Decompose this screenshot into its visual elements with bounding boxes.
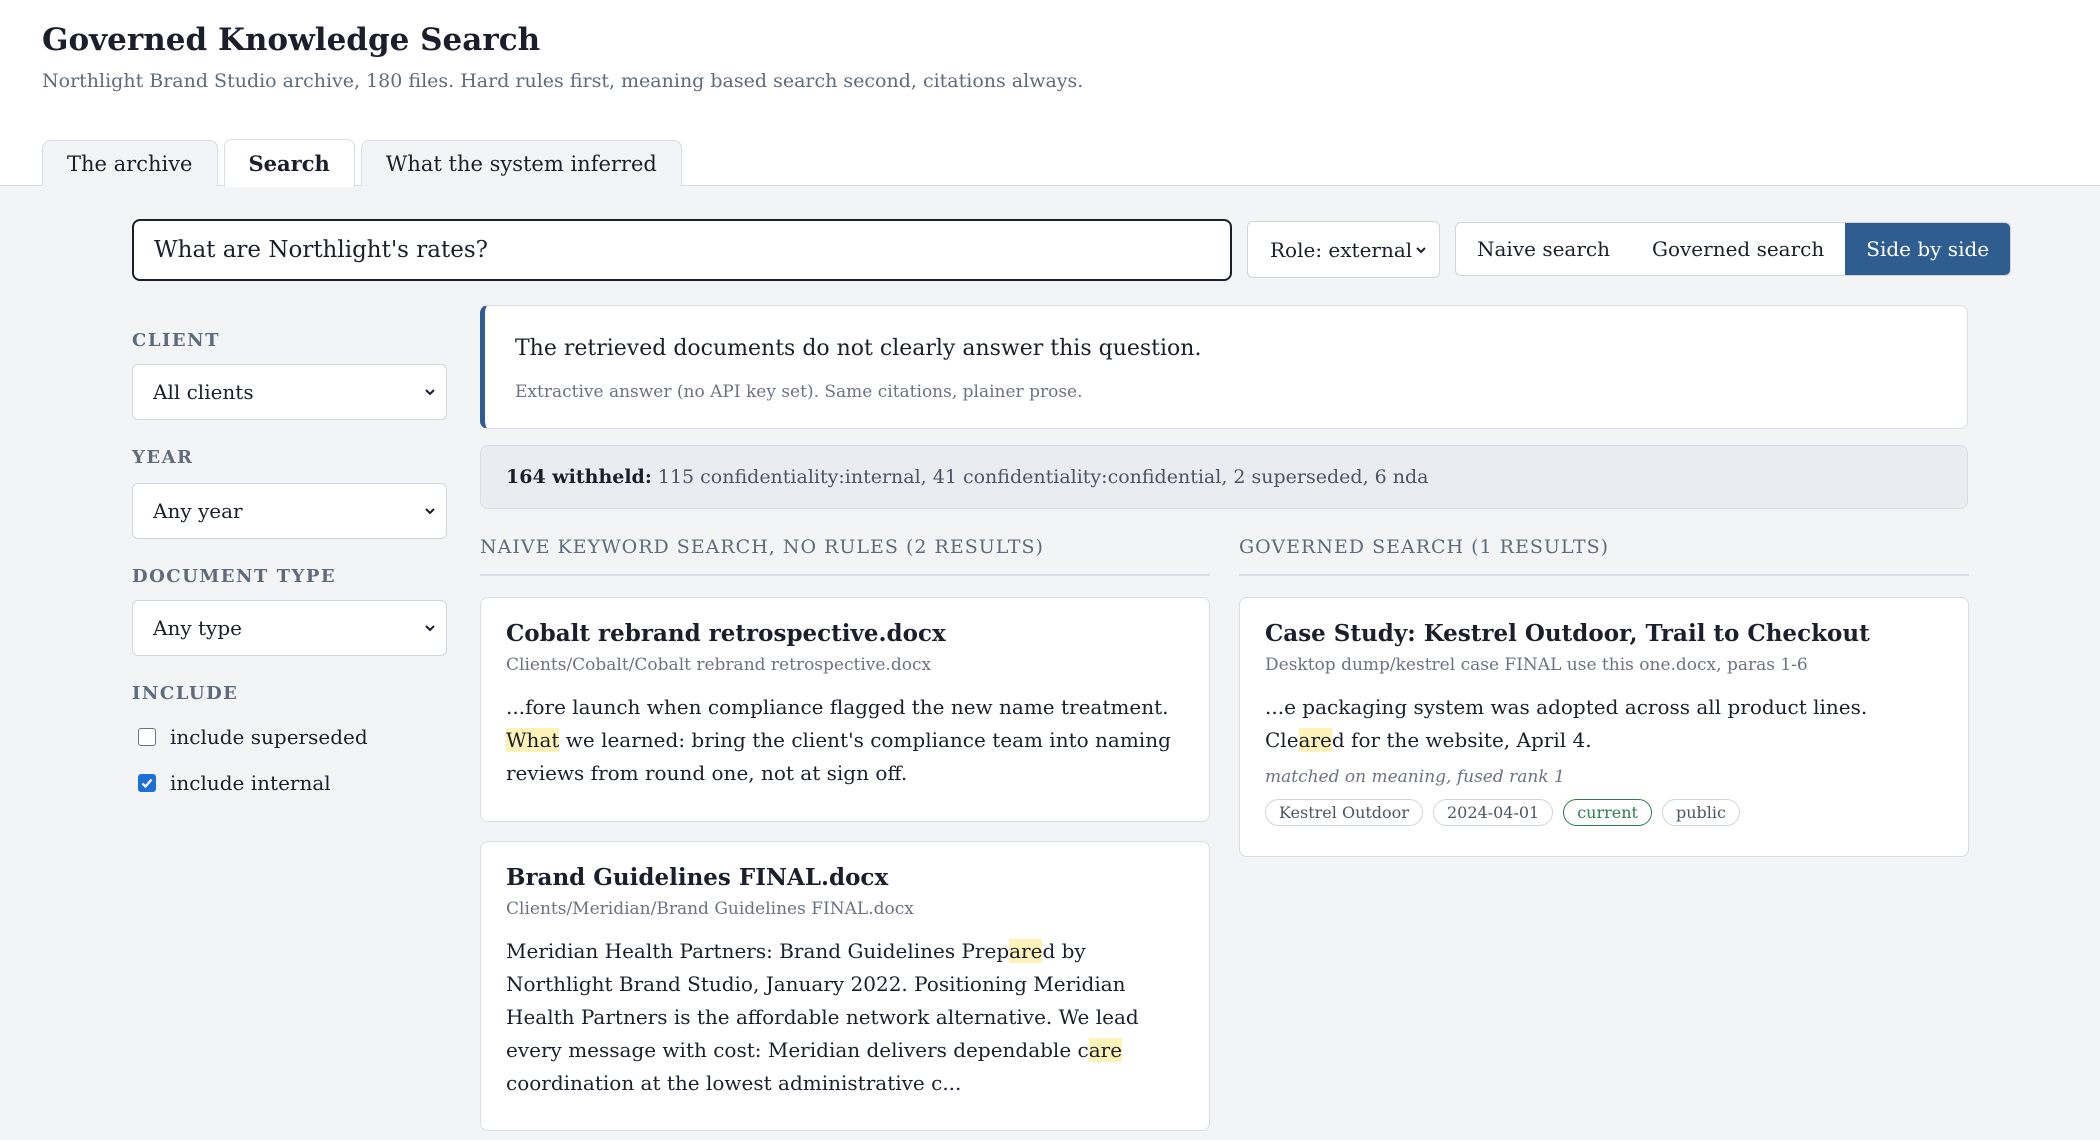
result-snippet: ...fore launch when compliance flagged t…	[506, 695, 1171, 785]
year-filter-label: YEAR	[132, 447, 194, 468]
checkmark-icon	[141, 778, 153, 789]
search-input[interactable]	[132, 219, 1232, 281]
keyword-highlight: are	[1009, 939, 1043, 963]
governed-results-heading: GOVERNED SEARCH (1 RESULTS)	[1239, 536, 1969, 576]
result-snippet: ...e packaging system was adopted across…	[1265, 695, 1868, 752]
year-select-value: Any year	[153, 499, 243, 523]
role-select-value: Role: external	[1270, 237, 1413, 262]
client-select-value: All clients	[153, 380, 254, 404]
result-card[interactable]: Cobalt rebrand retrospective.docx Client…	[480, 597, 1210, 822]
result-path: Clients/Meridian/Brand Guidelines FINAL.…	[506, 899, 914, 919]
naive-results-heading: NAIVE KEYWORD SEARCH, NO RULES (2 RESULT…	[480, 536, 1210, 576]
result-title[interactable]: Case Study: Kestrel Outdoor, Trail to Ch…	[1265, 620, 1943, 647]
answer-text: The retrieved documents do not clearly a…	[515, 336, 1202, 361]
governed-search-button[interactable]: Governed search	[1631, 223, 1845, 275]
tab-search[interactable]: Search	[223, 139, 355, 187]
doc-type-filter-label: DOCUMENT TYPE	[132, 566, 337, 587]
tab-archive[interactable]: The archive	[42, 140, 218, 186]
date-tag: 2024-04-01	[1432, 799, 1554, 826]
match-info: matched on meaning, fused rank 1	[1265, 767, 1565, 787]
keyword-highlight: are	[1298, 728, 1332, 752]
include-internal-label: include internal	[170, 771, 331, 795]
client-tag: Kestrel Outdoor	[1265, 799, 1423, 826]
result-path: Clients/Cobalt/Cobalt rebrand retrospect…	[506, 655, 932, 675]
result-snippet: Meridian Health Partners: Brand Guidelin…	[506, 939, 1139, 1095]
naive-search-button[interactable]: Naive search	[1456, 223, 1631, 275]
chevron-down-icon	[425, 625, 435, 632]
app-header: Governed Knowledge Search Northlight Bra…	[0, 0, 2100, 187]
year-select[interactable]: Any year	[132, 483, 447, 539]
result-card[interactable]: Case Study: Kestrel Outdoor, Trail to Ch…	[1239, 597, 1969, 857]
include-internal-option[interactable]: include internal	[138, 771, 331, 795]
result-card[interactable]: Brand Guidelines FINAL.docx Clients/Meri…	[480, 841, 1210, 1131]
visibility-tag: public	[1661, 799, 1740, 826]
chevron-down-icon	[425, 389, 435, 396]
result-title[interactable]: Brand Guidelines FINAL.docx	[506, 864, 1184, 891]
keyword-highlight: What	[506, 728, 560, 752]
chevron-down-icon	[425, 508, 435, 515]
side-by-side-button[interactable]: Side by side	[1845, 223, 2011, 275]
role-select[interactable]: Role: external	[1247, 221, 1440, 278]
include-internal-checkbox[interactable]	[138, 774, 156, 792]
answer-note: Extractive answer (no API key set). Same…	[515, 382, 1083, 402]
include-superseded-label: include superseded	[170, 725, 368, 749]
withheld-summary: 164 withheld: 115 confidentiality:intern…	[480, 445, 1968, 509]
status-badge: current	[1563, 799, 1652, 826]
include-superseded-option[interactable]: include superseded	[138, 725, 368, 749]
tab-bar: The archive Search What the system infer…	[42, 118, 682, 187]
tab-inferred[interactable]: What the system inferred	[360, 140, 682, 186]
include-filter-label: INCLUDE	[132, 683, 239, 704]
include-superseded-checkbox[interactable]	[138, 728, 156, 746]
doc-type-select[interactable]: Any type	[132, 600, 447, 656]
client-filter-label: CLIENT	[132, 330, 220, 351]
chevron-down-icon	[1416, 246, 1426, 253]
withheld-count: 164 withheld:	[506, 466, 652, 488]
client-select[interactable]: All clients	[132, 364, 447, 420]
withheld-detail: 115 confidentiality:internal, 41 confide…	[657, 466, 1429, 488]
answer-box: The retrieved documents do not clearly a…	[480, 305, 1968, 429]
tag-list: Kestrel Outdoor 2024-04-01 current publi…	[1265, 799, 1943, 826]
result-path: Desktop dump/kestrel case FINAL use this…	[1265, 655, 1808, 675]
result-title[interactable]: Cobalt rebrand retrospective.docx	[506, 620, 1184, 647]
keyword-highlight: are	[1088, 1038, 1123, 1062]
app-subtitle: Northlight Brand Studio archive, 180 fil…	[42, 70, 1084, 92]
search-mode-toggle: Naive search Governed search Side by sid…	[1455, 222, 2012, 276]
app-title: Governed Knowledge Search	[42, 22, 541, 58]
doc-type-select-value: Any type	[153, 616, 242, 640]
